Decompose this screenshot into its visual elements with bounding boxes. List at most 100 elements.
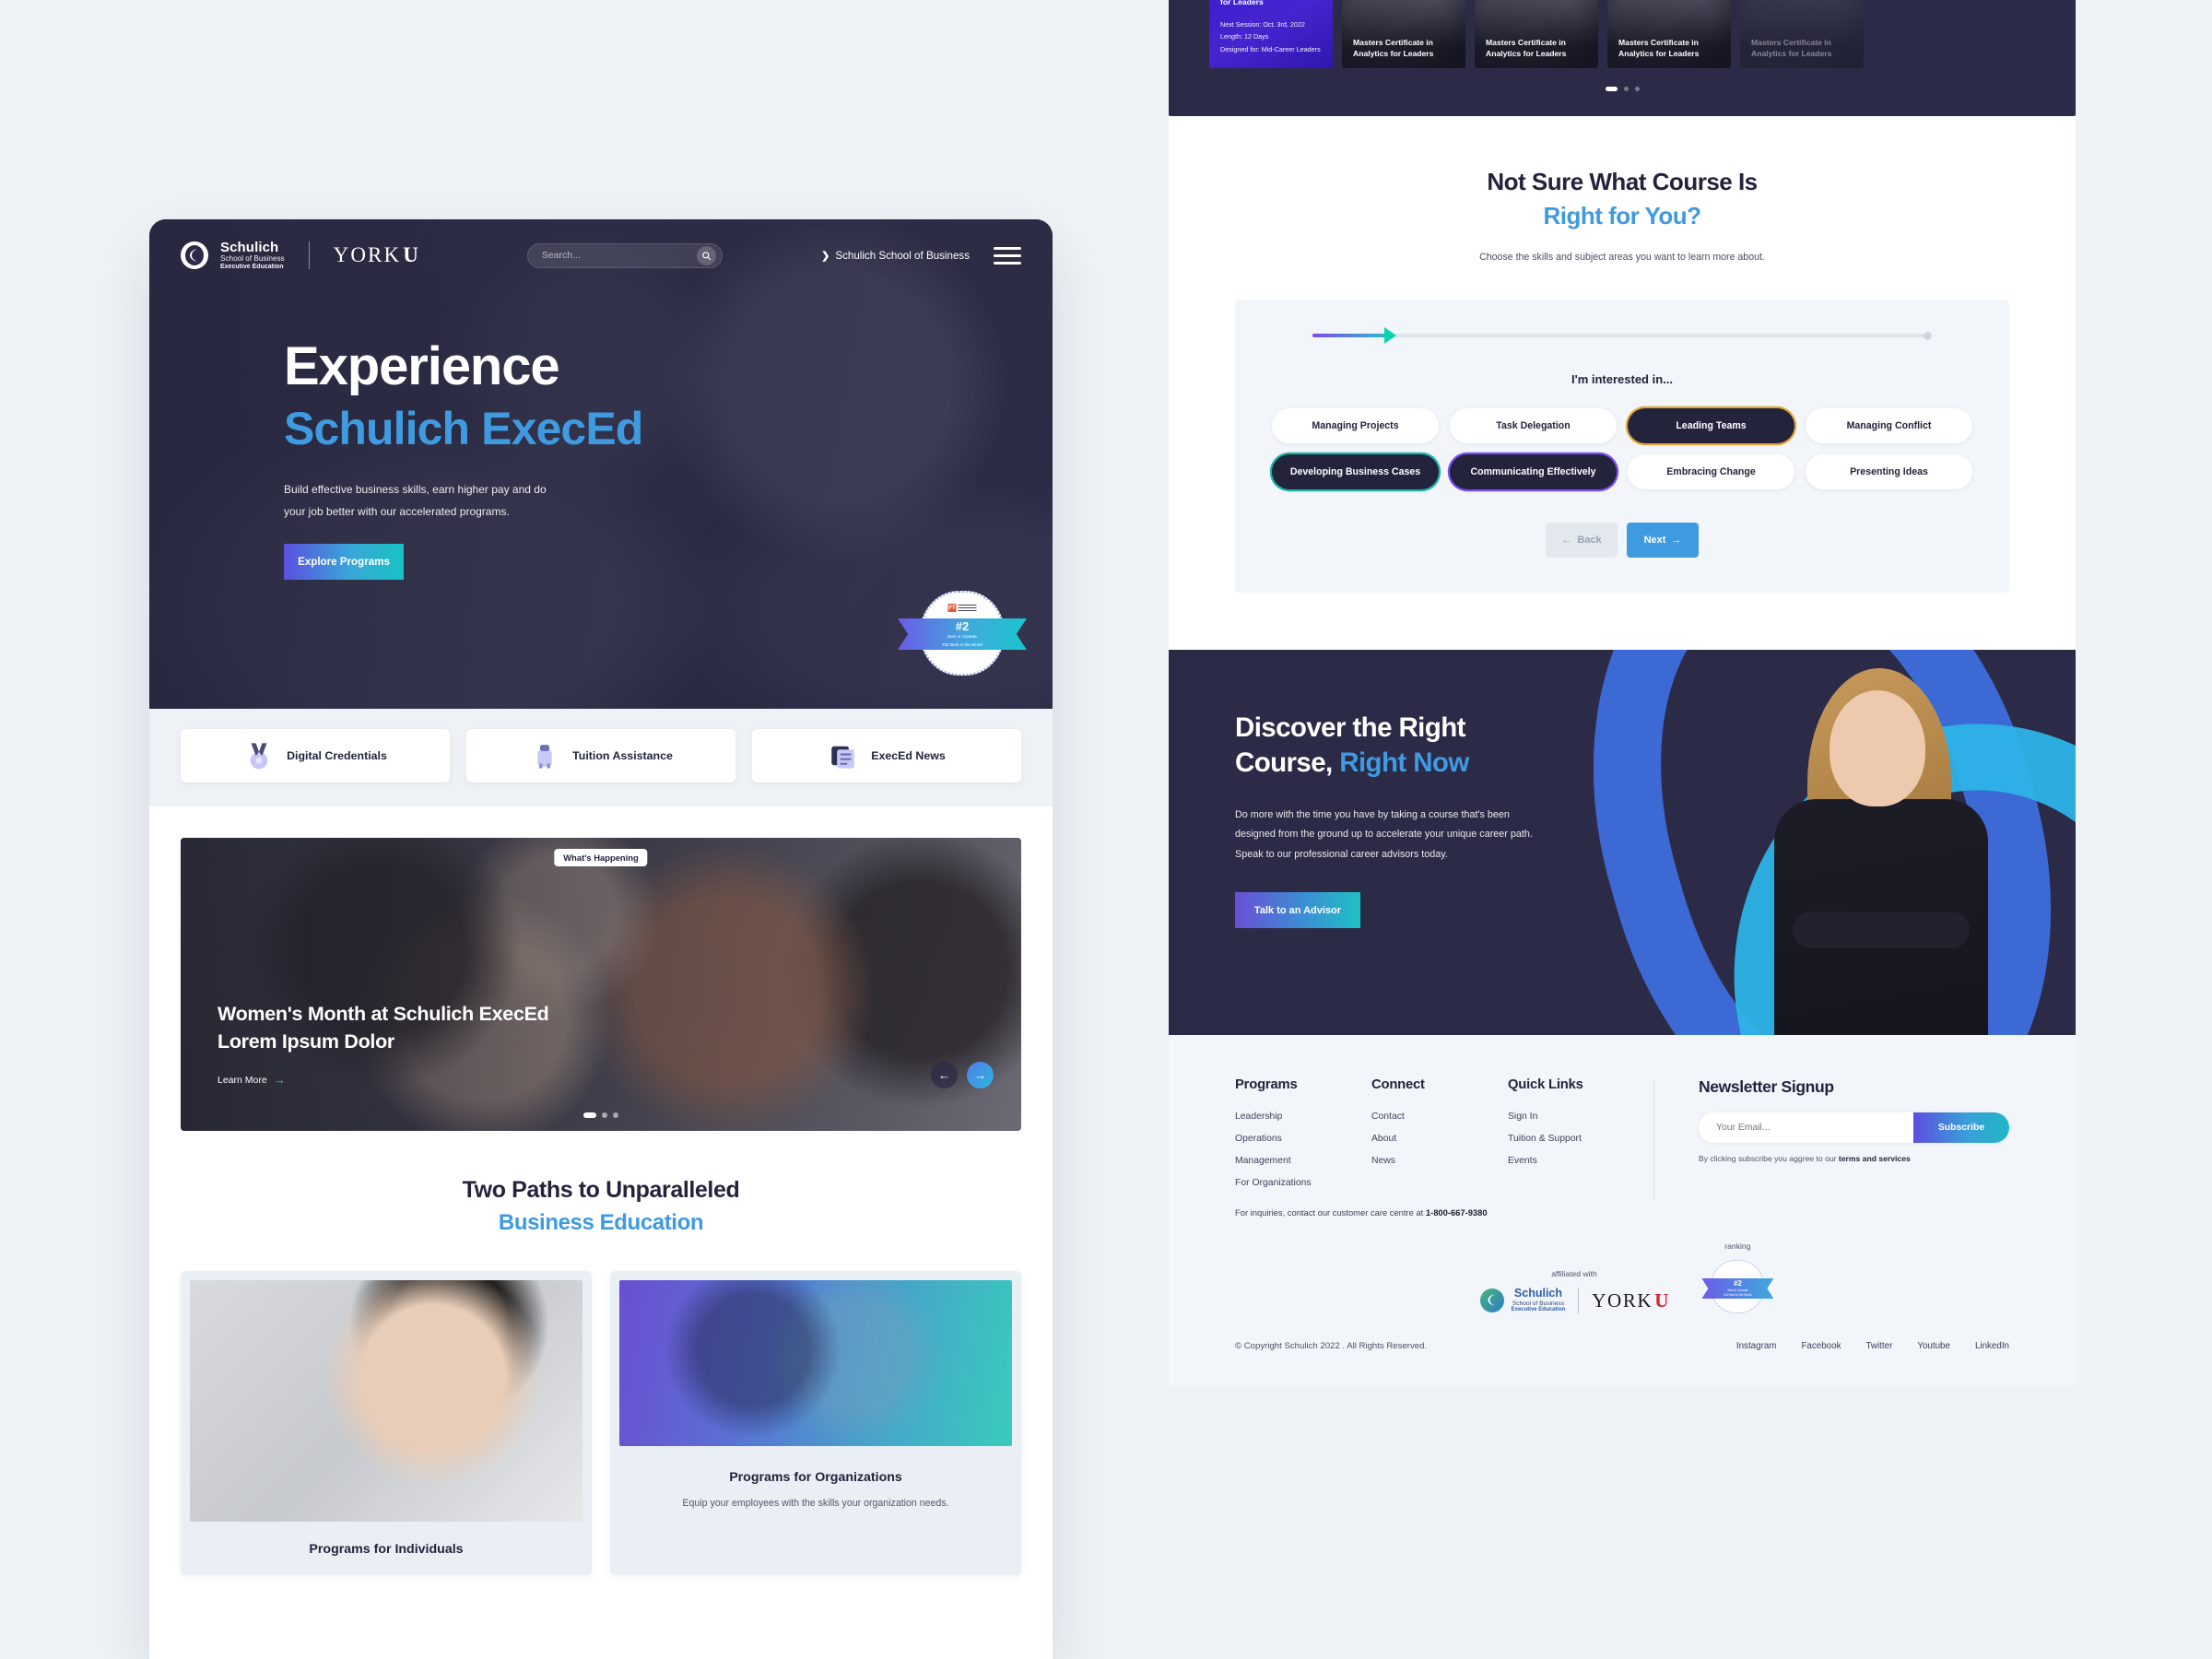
course-card[interactable]: Masters Certificate in Analytics for Lea…	[1475, 0, 1598, 68]
hamburger-menu-icon[interactable]	[994, 246, 1021, 265]
footer-link-operations[interactable]: Operations	[1235, 1134, 1371, 1144]
right-page-preview: for Leaders Next Session: Oct. 3rd, 2022…	[1169, 0, 2076, 1545]
quiz-chip-embracing-change[interactable]: Embracing Change	[1628, 454, 1794, 489]
arrow-right-icon: →	[273, 1073, 286, 1087]
social-link-facebook[interactable]: Facebook	[1801, 1341, 1841, 1351]
path-description: Equip your employees with the skills you…	[682, 1498, 949, 1509]
footer-column-heading: Quick Links	[1508, 1077, 1583, 1092]
footer-links: Sign In Tuition & Support Events	[1508, 1112, 1644, 1166]
brand-sub2: Executive Education	[220, 263, 284, 270]
ranking-group: ranking #2 Best in Canada #32 Best in th…	[1701, 1241, 1774, 1313]
explore-programs-button[interactable]: Explore Programs	[284, 544, 404, 581]
newsletter-note-prefix: By clicking subscribe you aggree to our	[1698, 1154, 1839, 1163]
quiz-back-button[interactable]: ← Back	[1546, 523, 1618, 558]
course-meta-length: Length: 12 Days	[1220, 32, 1269, 41]
brand-divider	[308, 241, 310, 269]
badge-ribbon: #2 Best in Canada #32 Best in the World	[898, 618, 1027, 650]
carousel-dot-2[interactable]	[602, 1112, 607, 1118]
newsletter-form: Subscribe	[1698, 1112, 2009, 1143]
screenshot-stage: Schulich School of Business Executive Ed…	[0, 0, 2212, 1659]
quiz-chip-communicating-effectively[interactable]: Communicating Effectively	[1450, 454, 1617, 489]
path-card-individuals[interactable]: Programs for Individuals	[181, 1271, 592, 1575]
carousel-copy: Women's Month at Schulich ExecEd Lorem I…	[218, 1000, 549, 1087]
course-card[interactable]: Masters Certificate in Analytics for Lea…	[1342, 0, 1465, 68]
schulich-logo: Schulich School of Business Executive Ed…	[1479, 1288, 1566, 1313]
carousel-dots[interactable]	[583, 1112, 618, 1118]
footer-link-tuition-support[interactable]: Tuition & Support	[1508, 1134, 1644, 1144]
footer-badge-line2: #32 Best in the World	[1724, 1293, 1752, 1297]
terms-link[interactable]: terms and services	[1839, 1154, 1911, 1163]
footer-inquiries: For inquiries, contact our customer care…	[1235, 1207, 2009, 1218]
search-icon[interactable]	[696, 245, 716, 265]
path-card-organizations[interactable]: Programs for Organizations Equip your em…	[610, 1271, 1021, 1575]
talk-to-advisor-button[interactable]: Talk to an Advisor	[1235, 892, 1360, 929]
next-label: Next	[1643, 535, 1666, 546]
course-card-title: Masters Certificate in Analytics for Lea…	[1751, 37, 1832, 59]
social-link-linkedin[interactable]: LinkedIn	[1975, 1341, 2009, 1351]
carousel-title-line1: Women's Month at Schulich ExecEd	[218, 1002, 549, 1025]
paths-grid: Programs for Individuals Programs for Or…	[181, 1271, 1021, 1575]
quiz-chip-leading-teams[interactable]: Leading Teams	[1628, 408, 1794, 443]
carousel-dot-1[interactable]	[583, 1112, 596, 1118]
course-card[interactable]: Masters Certificate in Analytics for Lea…	[1740, 0, 1864, 68]
newsletter-email-input[interactable]	[1698, 1112, 1913, 1143]
quiz-next-button[interactable]: Next →	[1627, 523, 1699, 558]
inquiries-phone[interactable]: 1-800-667-9380	[1426, 1207, 1488, 1218]
two-paths-section: Two Paths to Unparalleled Business Educa…	[149, 1131, 1053, 1575]
course-card-title: Masters Certificate in Analytics for Lea…	[1353, 37, 1434, 59]
footer-badge-rank: #2	[1733, 1278, 1742, 1288]
course-dot-2[interactable]	[1623, 87, 1629, 91]
quiz-chip-developing-business-cases[interactable]: Developing Business Cases	[1272, 454, 1439, 489]
footer-link-events[interactable]: Events	[1508, 1156, 1644, 1166]
carousel-dot-3[interactable]	[613, 1112, 618, 1118]
footer-column-programs: Programs Leadership Operations Managemen…	[1235, 1077, 1371, 1200]
course-dot-1[interactable]	[1605, 87, 1618, 91]
quiz-chip-task-delegation[interactable]: Task Delegation	[1450, 408, 1617, 443]
search-input[interactable]: Search...	[526, 242, 723, 268]
advisor-face	[1830, 690, 1925, 806]
quiz-subtitle: Choose the skills and subject areas you …	[1479, 252, 1765, 263]
site-footer: Programs Leadership Operations Managemen…	[1169, 1035, 2076, 1386]
discover-heading-line1: Discover the Right	[1235, 712, 1465, 743]
course-card-active[interactable]: for Leaders Next Session: Oct. 3rd, 2022…	[1209, 0, 1333, 68]
school-of-business-link[interactable]: ❯ Schulich School of Business	[821, 250, 970, 262]
feature-card-digital-credentials[interactable]: Digital Credentials	[181, 729, 450, 782]
quiz-chip-managing-projects[interactable]: Managing Projects	[1272, 408, 1439, 443]
feature-card-tuition-assistance[interactable]: Tuition Assistance	[466, 729, 735, 782]
whats-happening-section: What's Happening Women's Month at Schuli…	[149, 806, 1053, 1131]
quiz-chip-presenting-ideas[interactable]: Presenting Ideas	[1806, 454, 1972, 489]
footer-link-sign-in[interactable]: Sign In	[1508, 1112, 1644, 1122]
feature-card-execed-news[interactable]: ExecEd News	[752, 729, 1021, 782]
course-card-meta: Next Session: Oct. 3rd, 2022 Length: 12 …	[1220, 18, 1322, 56]
footer-link-about[interactable]: About	[1371, 1134, 1508, 1144]
footer-link-for-organizations[interactable]: For Organizations	[1235, 1178, 1371, 1188]
search-area: Search...	[526, 242, 723, 268]
footer-link-news[interactable]: News	[1371, 1156, 1508, 1166]
footer-bottom: © Copyright Schulich 2022 . All Rights R…	[1235, 1341, 2009, 1386]
course-card[interactable]: Masters Certificate in Analytics for Lea…	[1607, 0, 1731, 68]
feature-label: Digital Credentials	[287, 749, 387, 762]
piggy-bank-icon	[529, 740, 560, 771]
brand-logo[interactable]: Schulich School of Business Executive Ed…	[181, 241, 418, 270]
footer-link-contact[interactable]: Contact	[1371, 1112, 1508, 1122]
learn-more-link[interactable]: Learn More →	[218, 1073, 548, 1087]
carousel-next-button[interactable]: →	[967, 1062, 994, 1088]
social-link-twitter[interactable]: Twitter	[1865, 1341, 1892, 1351]
subscribe-button[interactable]: Subscribe	[1913, 1112, 2009, 1143]
ranking-caption: ranking	[1724, 1241, 1751, 1251]
carousel-prev-button[interactable]: ←	[931, 1062, 958, 1088]
schulich-logo-icon	[1479, 1288, 1504, 1312]
schulich-logo-icon	[181, 241, 208, 269]
footer-link-management[interactable]: Management	[1235, 1156, 1371, 1166]
footer-link-leadership[interactable]: Leadership	[1235, 1112, 1371, 1122]
schulich-sub2: Executive Education	[1511, 1307, 1566, 1313]
course-dot-3[interactable]	[1634, 87, 1640, 91]
hero-title-line2: Schulich ExecEd	[284, 403, 643, 455]
quiz-chip-managing-conflict[interactable]: Managing Conflict	[1806, 408, 1972, 443]
quiz-progress-bar	[1312, 327, 1932, 344]
course-carousel-dots[interactable]	[1169, 87, 2076, 91]
discover-paragraph: Do more with the time you have by taking…	[1235, 808, 1533, 860]
social-link-youtube[interactable]: Youtube	[1917, 1341, 1950, 1351]
progress-fill	[1312, 334, 1394, 337]
social-link-instagram[interactable]: Instagram	[1736, 1341, 1777, 1351]
